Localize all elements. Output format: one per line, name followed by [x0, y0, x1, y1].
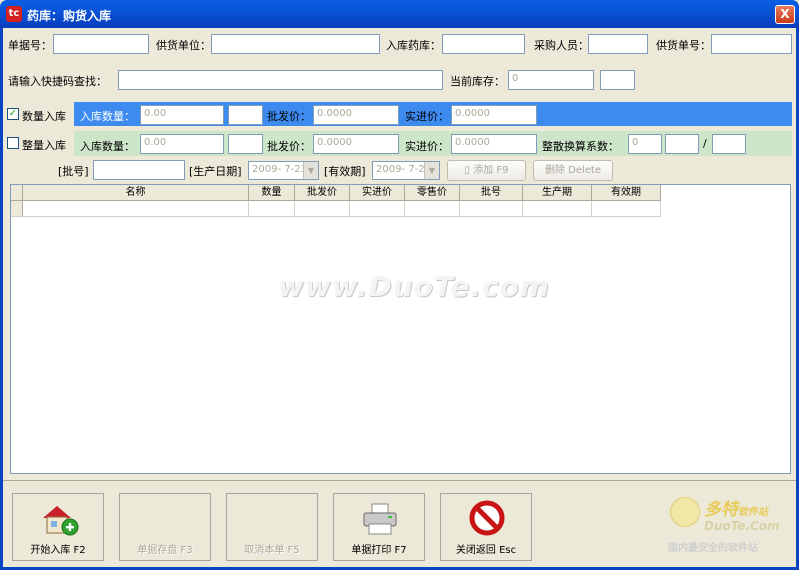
ratio-unit-input[interactable] [665, 134, 699, 154]
table-cell[interactable] [592, 201, 661, 217]
doc-no-input[interactable] [53, 34, 149, 54]
brand-domain: DuoTe.Com [704, 519, 780, 533]
brand-name: 多特软件站 [704, 495, 768, 520]
supplier-doc-input[interactable] [711, 34, 792, 54]
mascot-icon [670, 497, 700, 527]
mfg-date-label: [生产日期] [189, 165, 242, 178]
col-retail[interactable]: 零售价 [405, 185, 460, 201]
whole-cost-input[interactable]: 0.0000 [451, 134, 537, 154]
col-qty[interactable]: 数量 [249, 185, 295, 201]
whole-amount-input[interactable]: 0.00 [140, 134, 224, 154]
qty-cost-input[interactable]: 0.0000 [451, 105, 537, 125]
stock-label: 当前库存： [450, 75, 505, 88]
chevron-down-icon[interactable]: ▼ [303, 162, 318, 179]
col-mfg[interactable]: 生产期 [523, 185, 592, 201]
start-stockin-label: 开始入库 F2 [30, 545, 86, 556]
stock-value: 0 [508, 70, 594, 90]
whole-checkbox[interactable] [7, 137, 19, 149]
house-add-icon [43, 506, 79, 536]
save-doc-label: 单据存盘 F3 [137, 545, 193, 556]
start-stockin-button[interactable]: 开始入库 F2 [12, 493, 104, 561]
table-cell[interactable] [350, 201, 405, 217]
printer-icon [363, 503, 397, 535]
table-cell[interactable] [23, 201, 249, 217]
cancel-doc-button[interactable]: 取消本单 F5 [226, 493, 318, 561]
supplier-doc-label: 供货单号： [656, 39, 711, 52]
buyer-input[interactable] [588, 34, 648, 54]
exp-date-value: 2009- 7-23 [376, 164, 431, 175]
exp-date-label: [有效期] [324, 165, 366, 178]
table-row[interactable] [11, 201, 661, 217]
document-icon: ▯ [464, 165, 474, 176]
supplier-input[interactable] [211, 34, 380, 54]
buyer-label: 采购人员： [534, 39, 589, 52]
col-wholesale[interactable]: 批发价 [295, 185, 350, 201]
cancel-doc-label: 取消本单 F5 [244, 545, 300, 556]
close-return-label: 关闭返回 Esc [455, 545, 517, 556]
warehouse-label: 入库药库： [386, 39, 441, 52]
qty-checkbox-label: 数量入库 [22, 110, 66, 123]
ratio-input[interactable]: 0 [628, 134, 662, 154]
ratio-slash: / [703, 137, 707, 150]
add-button[interactable]: ▯ 添加 F9 [447, 160, 526, 181]
whole-amount-label: 入库数量： [80, 140, 135, 153]
stop-icon [469, 500, 505, 536]
brand-name-text: 多特 [704, 500, 738, 520]
qty-checkbox[interactable]: ✓ [7, 108, 19, 120]
mfg-date-value: 2009- 7-23 [252, 164, 307, 175]
close-button[interactable]: X [775, 5, 795, 24]
col-batch[interactable]: 批号 [460, 185, 523, 201]
title-bar[interactable]: tc 药库：购货入库 X [0, 0, 799, 28]
delete-button-label: 删除 Delete [544, 165, 602, 176]
col-name[interactable]: 名称 [23, 185, 249, 201]
ratio-label: 整散换算系数： [542, 140, 619, 153]
qty-unit-input[interactable] [228, 105, 263, 125]
brand-slogan: 国内最安全的软件站 [668, 543, 758, 554]
mfg-date-picker[interactable]: 2009- 7-23 ▼ [248, 161, 319, 180]
window-title: 药库：购货入库 [27, 9, 112, 23]
print-doc-label: 单据打印 F7 [351, 545, 407, 556]
qty-wholesale-input[interactable]: 0.0000 [313, 105, 399, 125]
row-indicator[interactable] [11, 201, 23, 217]
close-return-button[interactable]: 关闭返回 Esc [440, 493, 532, 561]
col-cost[interactable]: 实进价 [350, 185, 405, 201]
table-cell[interactable] [460, 201, 523, 217]
table-cell[interactable] [249, 201, 295, 217]
add-button-label: 添加 F9 [473, 165, 509, 176]
whole-cost-label: 实进价： [405, 140, 449, 153]
exp-date-picker[interactable]: 2009- 7-23 ▼ [372, 161, 440, 180]
whole-unit-input[interactable] [228, 134, 263, 154]
table-header: 名称 数量 批发价 实进价 零售价 批号 生产期 有效期 [11, 185, 661, 201]
warehouse-input[interactable] [442, 34, 525, 54]
doc-no-label: 单据号： [8, 39, 52, 52]
qty-amount-label: 入库数量： [80, 110, 135, 123]
ratio-unit2-input[interactable] [712, 134, 746, 154]
chevron-down-icon[interactable]: ▼ [424, 162, 439, 179]
quick-code-label: 请输入快捷码查找： [8, 75, 107, 88]
items-table[interactable]: 名称 数量 批发价 实进价 零售价 批号 生产期 有效期 [10, 184, 791, 474]
col-exp[interactable]: 有效期 [592, 185, 661, 201]
qty-wholesale-label: 批发价： [267, 110, 311, 123]
batch-input[interactable] [93, 160, 185, 180]
stock-unit [600, 70, 635, 90]
batch-label: [批号] [58, 165, 89, 178]
table-cell[interactable] [295, 201, 350, 217]
table-cell[interactable] [523, 201, 592, 217]
table-cell[interactable] [405, 201, 460, 217]
qty-amount-input[interactable]: 0.00 [140, 105, 224, 125]
print-doc-button[interactable]: 单据打印 F7 [333, 493, 425, 561]
delete-button[interactable]: 删除 Delete [533, 160, 613, 181]
whole-wholesale-input[interactable]: 0.0000 [313, 134, 399, 154]
row-indicator-header [11, 185, 23, 201]
brand-logo: 多特软件站 DuoTe.Com 国内最安全的软件站 [668, 493, 794, 559]
qty-cost-label: 实进价： [405, 110, 449, 123]
supplier-label: 供货单位： [156, 39, 211, 52]
quick-code-input[interactable] [118, 70, 443, 90]
watermark: www.DuoTe.com [278, 270, 550, 303]
app-logo-icon: tc [6, 6, 22, 22]
whole-checkbox-label: 整量入库 [22, 139, 66, 152]
whole-wholesale-label: 批发价： [267, 140, 311, 153]
brand-suffix: 软件站 [738, 507, 768, 518]
save-doc-button[interactable]: 单据存盘 F3 [119, 493, 211, 561]
